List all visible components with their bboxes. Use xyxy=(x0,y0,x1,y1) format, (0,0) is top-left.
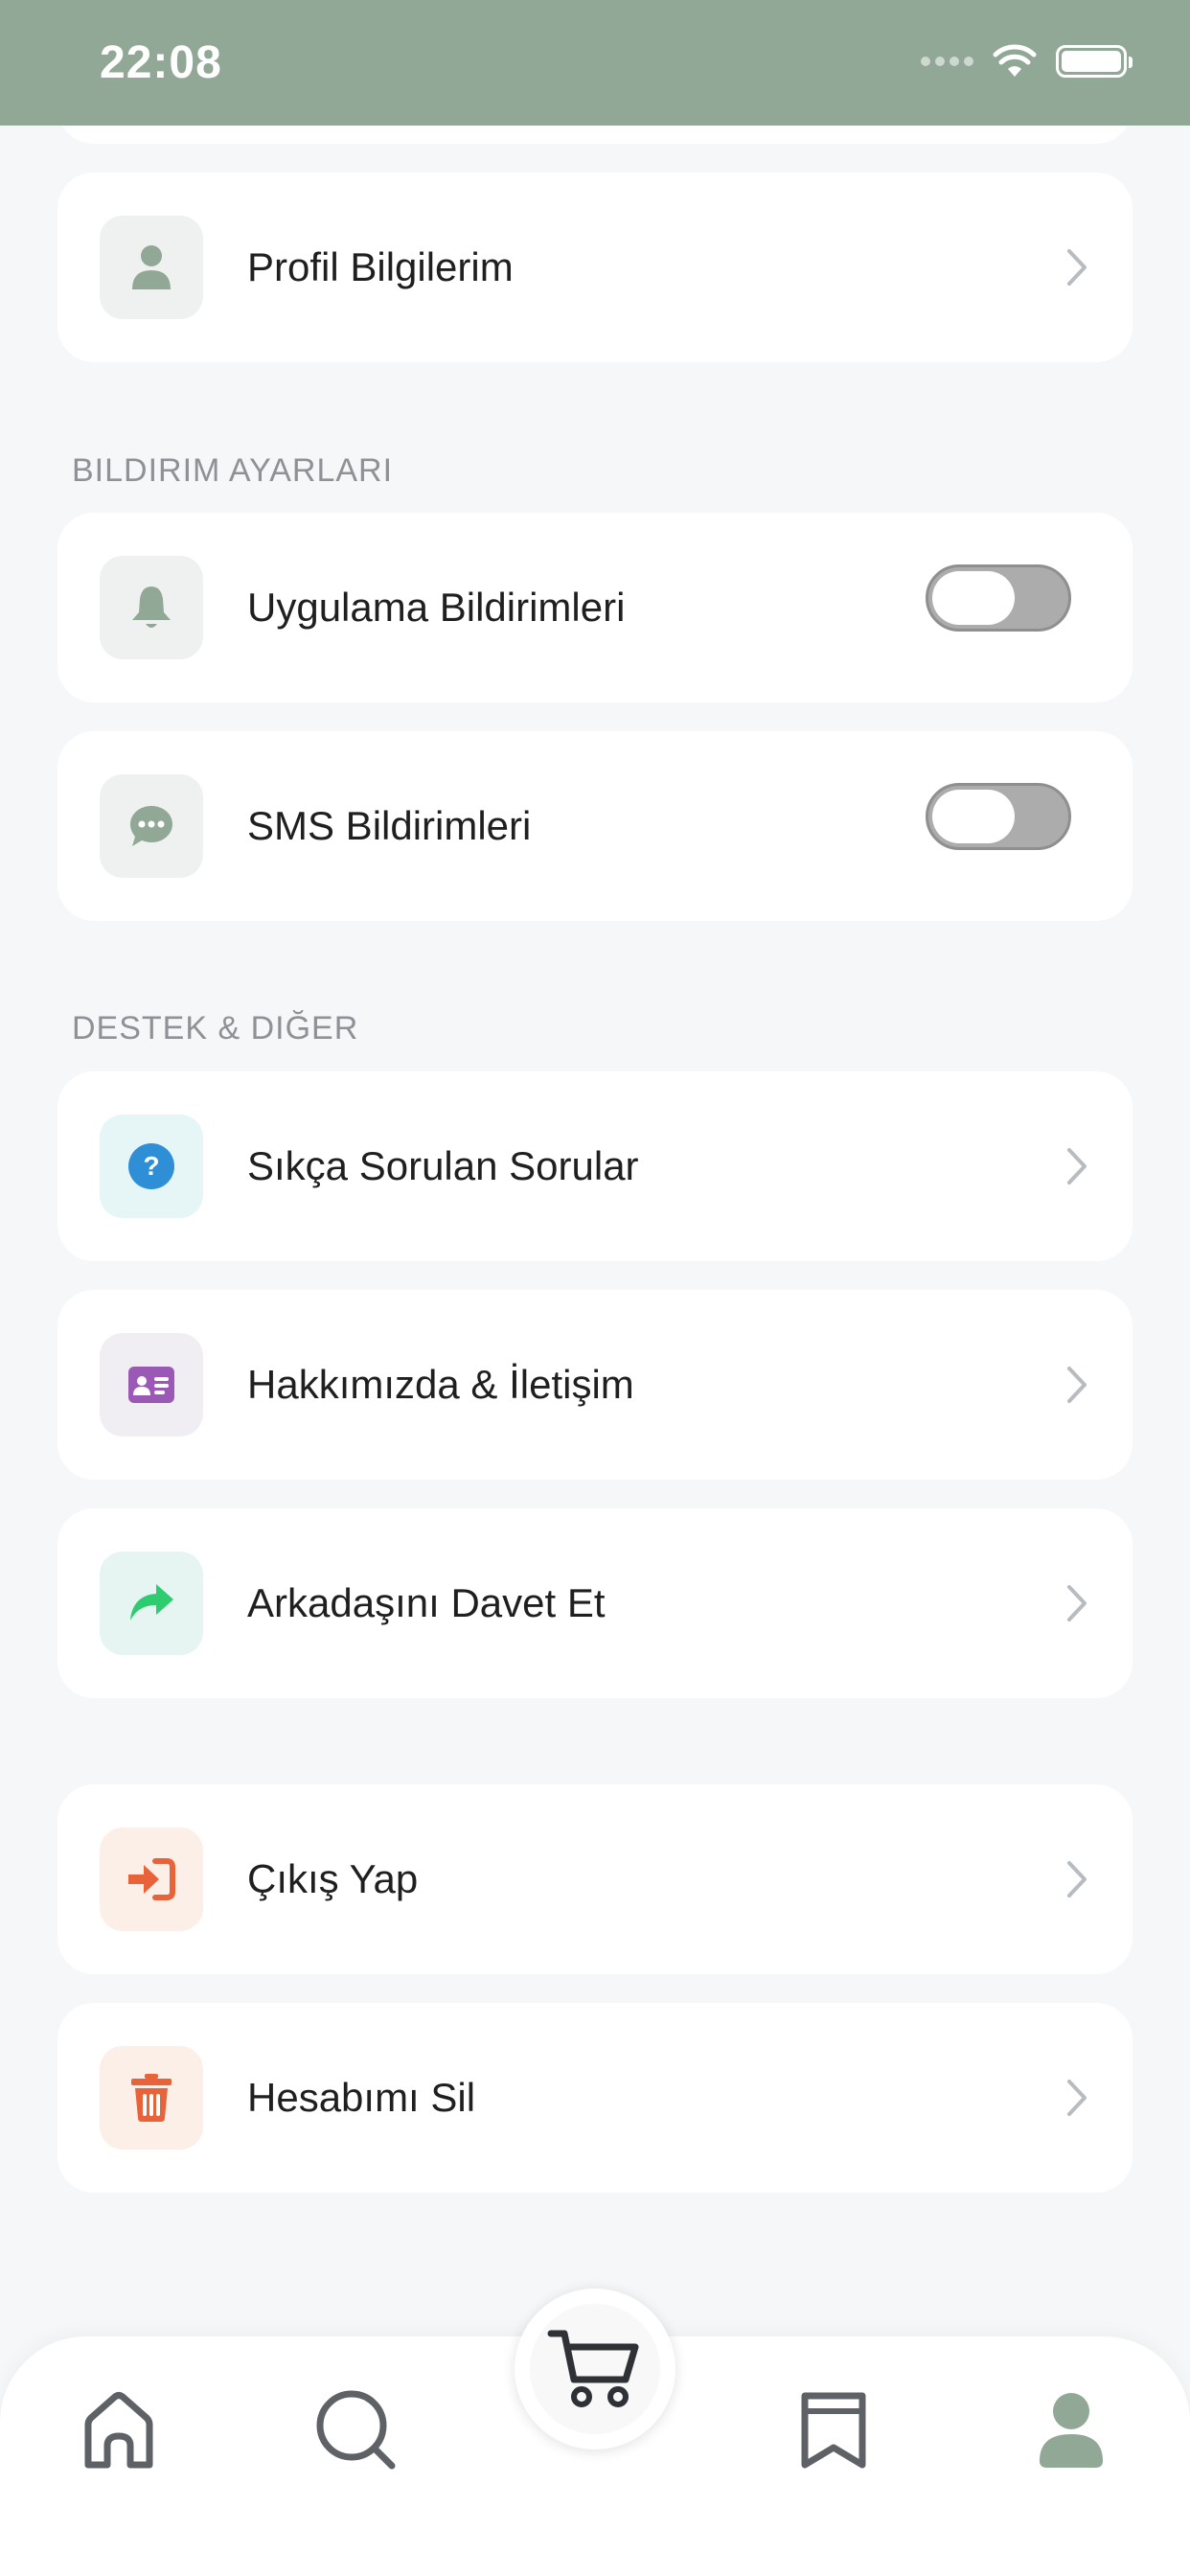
share-arrow-icon xyxy=(130,1584,173,1621)
about-contact-item[interactable]: Hakkımızda & İletişim xyxy=(57,1290,1133,1480)
chat-bubble-icon xyxy=(130,806,172,846)
delete-account-item[interactable]: Hesabımı Sil xyxy=(57,2003,1133,2193)
app-notifications-toggle[interactable] xyxy=(926,564,1071,632)
battery-icon xyxy=(1056,45,1133,78)
question-circle-icon: ? xyxy=(128,1143,174,1189)
sms-notifications-item: SMS Bildirimleri xyxy=(57,731,1133,921)
sms-notifications-toggle[interactable] xyxy=(926,783,1071,850)
delete-icon-box xyxy=(100,2046,203,2150)
user-icon xyxy=(132,245,171,289)
trash-icon xyxy=(131,2074,172,2122)
search-icon xyxy=(316,2390,396,2470)
bell-icon-box xyxy=(100,556,203,659)
bell-icon xyxy=(132,586,171,628)
logout-label: Çıkış Yap xyxy=(247,1856,419,1901)
home-icon xyxy=(84,2392,153,2469)
delete-account-label: Hesabımı Sil xyxy=(247,2075,476,2120)
faq-item[interactable]: ? Sıkça Sorulan Sorular xyxy=(57,1071,1133,1261)
nav-profile[interactable] xyxy=(1023,2382,1119,2478)
logout-item[interactable]: Çıkış Yap xyxy=(57,1784,1133,1974)
nav-home[interactable] xyxy=(71,2382,167,2478)
profile-icon xyxy=(1040,2393,1103,2468)
nav-search[interactable] xyxy=(309,2382,404,2478)
nav-saved[interactable] xyxy=(786,2382,881,2478)
cart-button-inner xyxy=(530,2304,660,2434)
sign-out-icon xyxy=(128,1858,175,1900)
sms-notifications-label: SMS Bildirimleri xyxy=(247,803,532,848)
app-notifications-label: Uygulama Bildirimleri xyxy=(247,585,626,630)
faq-icon-box: ? xyxy=(100,1115,203,1218)
invite-icon-box xyxy=(100,1552,203,1655)
notification-settings-header: BILDIRIM AYARLARI xyxy=(72,452,394,489)
app-notifications-item: Uygulama Bildirimleri xyxy=(57,513,1133,702)
status-icons xyxy=(921,44,1133,79)
profile-info-label: Profil Bilgilerim xyxy=(247,244,514,289)
svg-text:?: ? xyxy=(143,1151,159,1181)
toggle-knob xyxy=(932,571,1015,625)
invite-friend-label: Arkadaşını Davet Et xyxy=(247,1580,606,1625)
cart-icon xyxy=(547,2330,639,2407)
invite-friend-item[interactable]: Arkadaşını Davet Et xyxy=(57,1508,1133,1698)
chevron-right-icon xyxy=(1067,249,1087,286)
chevron-right-icon xyxy=(1067,1367,1087,1403)
chevron-right-icon xyxy=(1067,1861,1087,1898)
bookmark-icon xyxy=(801,2392,866,2469)
chevron-right-icon xyxy=(1067,1148,1087,1184)
about-icon-box xyxy=(100,1333,203,1437)
toggle-knob xyxy=(932,790,1015,843)
cart-button[interactable] xyxy=(515,2288,675,2450)
about-contact-label: Hakkımızda & İletişim xyxy=(247,1362,634,1407)
chevron-right-icon xyxy=(1067,2080,1087,2116)
chat-icon-box xyxy=(100,774,203,878)
profile-icon-box xyxy=(100,216,203,319)
status-bar: 22:08 xyxy=(0,0,1190,126)
cellular-signal-icon xyxy=(921,57,973,66)
logout-icon-box xyxy=(100,1828,203,1931)
profile-info-item[interactable]: Profil Bilgilerim xyxy=(57,172,1133,362)
faq-label: Sıkça Sorulan Sorular xyxy=(247,1143,639,1188)
chevron-right-icon xyxy=(1067,1585,1087,1622)
wifi-icon xyxy=(993,44,1037,77)
support-other-header: DESTEK & DIĞER xyxy=(72,1010,359,1046)
status-time: 22:08 xyxy=(100,37,222,88)
contact-card-icon xyxy=(128,1367,174,1403)
